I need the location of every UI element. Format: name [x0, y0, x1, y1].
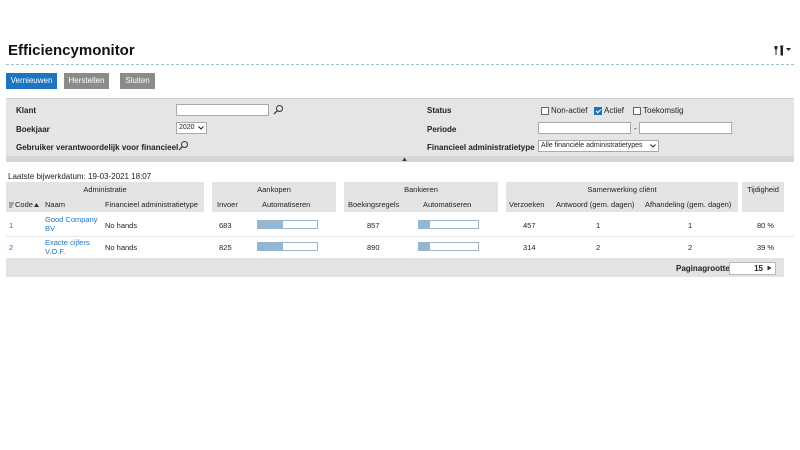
period-label: Periode [427, 125, 457, 134]
progress-fill [258, 243, 283, 250]
page-size-value: 15 [754, 264, 763, 273]
row-1-bankieren-bar [418, 220, 479, 229]
row-1-naam-line2[interactable]: BV [45, 224, 55, 233]
sort-icon [9, 202, 14, 207]
row-divider [6, 236, 794, 237]
row-2-verzoeken: 314 [523, 243, 536, 252]
page-title: Efficiencymonitor [8, 42, 135, 59]
period-separator: - [634, 124, 637, 133]
row-1-boekingsregels: 857 [367, 221, 380, 230]
admin-type-select[interactable]: Alle financiële administratietypes [538, 140, 659, 152]
tools-icon [774, 45, 784, 55]
client-search-icon[interactable] [273, 104, 284, 115]
tools-menu-button[interactable] [774, 44, 792, 56]
group-title-bankieren: Bankieren [404, 185, 438, 194]
column-header-automatiseren-bankieren[interactable]: Automatiseren [423, 200, 471, 209]
row-2-fin-type: No hands [105, 243, 138, 252]
page-size-select[interactable]: 15 [729, 262, 776, 275]
progress-fill [258, 221, 283, 228]
filter-collapse-toggle[interactable] [6, 156, 794, 162]
checkbox-box-checked [594, 106, 602, 115]
row-2-tijdigheid: 39 % [757, 243, 775, 252]
row-2-boekingsregels: 890 [367, 243, 380, 252]
column-header-boekingsregels[interactable]: Boekingsregels [348, 200, 399, 209]
group-title-administratie: Administratie [83, 185, 127, 194]
row-2-naam-line1[interactable]: Exacte cijfers [45, 238, 90, 247]
period-to-input[interactable] [639, 122, 732, 134]
last-update-text: Laatste bijwerkdatum: 19-03-2021 18:07 [8, 172, 152, 181]
row-1-antwoord: 1 [596, 221, 601, 230]
page-size-label: Paginagrootte [676, 264, 730, 273]
column-header-naam[interactable]: Naam [45, 200, 65, 209]
progress-fill [419, 243, 430, 250]
row-2-bankieren-bar [418, 242, 479, 251]
status-future-label: Toekomstig [643, 106, 684, 115]
group-title-aankopen: Aankopen [257, 185, 291, 194]
row-2-invoer: 825 [219, 243, 232, 252]
row-2-antwoord: 2 [596, 243, 601, 252]
group-title-tijdigheid: Tijdigheid [747, 185, 779, 194]
fiscal-year-value: 2020 [179, 124, 195, 131]
row-1-aankopen-bar [257, 220, 318, 229]
status-inactive-label: Non-actief [551, 106, 588, 115]
row-1-tijdigheid: 80 % [757, 221, 775, 230]
close-button[interactable]: Sluiten [120, 73, 155, 89]
row-2-afhandeling: 2 [688, 243, 693, 252]
progress-fill [419, 221, 430, 228]
status-inactive-checkbox[interactable]: Non-actief [541, 106, 587, 115]
user-search-icon[interactable] [178, 140, 189, 151]
row-2-naam-line2[interactable]: V.O.F. [45, 247, 65, 256]
caret-right-icon [767, 265, 772, 271]
checkbox-box [541, 106, 549, 115]
admin-type-value: Alle financiële administratietypes [541, 142, 643, 149]
checkbox-box [633, 106, 641, 115]
row-1-verzoeken: 457 [523, 221, 536, 230]
status-future-checkbox[interactable]: Toekomstig [633, 106, 683, 115]
client-label: Klant [16, 106, 36, 115]
row-2-aankopen-bar [257, 242, 318, 251]
column-header-afhandeling[interactable]: Afhandeling (gem. dagen) [645, 200, 731, 209]
refresh-button[interactable]: Vernieuwen [6, 73, 57, 89]
column-header-antwoord[interactable]: Antwoord (gem. dagen) [556, 200, 634, 209]
admin-type-label: Financieel administratietype [427, 143, 535, 152]
chevron-down-icon [650, 144, 656, 148]
reset-button[interactable]: Herstellen [64, 73, 109, 89]
status-active-checkbox[interactable]: Actief [594, 106, 624, 115]
column-label-code: Code [15, 200, 33, 209]
chevron-up-icon [402, 157, 407, 161]
column-header-automatiseren-aankopen[interactable]: Automatiseren [262, 200, 310, 209]
chevron-down-icon [198, 126, 204, 130]
row-1-invoer: 683 [219, 221, 232, 230]
row-1-naam-line1[interactable]: Good Company [45, 215, 98, 224]
period-from-input[interactable] [538, 122, 631, 134]
fiscal-year-label: Boekjaar [16, 125, 50, 134]
group-title-samenwerking: Samenwerking cliënt [587, 185, 657, 194]
row-2-code[interactable]: 2 [9, 243, 13, 252]
column-header-invoer[interactable]: Invoer [217, 200, 238, 209]
caret-down-icon [786, 48, 791, 51]
responsible-user-label: Gebruiker verantwoordelijk voor financie… [16, 143, 179, 152]
status-active-label: Actief [604, 106, 625, 115]
fiscal-year-select[interactable]: 2020 [176, 122, 207, 134]
column-header-verzoeken[interactable]: Verzoeken [509, 200, 544, 209]
row-1-fin-type: No hands [105, 221, 138, 230]
row-1-code[interactable]: 1 [9, 221, 13, 230]
row-1-afhandeling: 1 [688, 221, 693, 230]
sort-ascending-icon [33, 202, 39, 207]
client-input[interactable] [176, 104, 269, 116]
column-header-code[interactable]: Code [9, 200, 39, 209]
table-footer [6, 258, 784, 277]
status-label: Status [427, 106, 452, 115]
header-divider [6, 64, 794, 65]
column-header-fin-type[interactable]: Financieel administratietype [105, 200, 198, 209]
